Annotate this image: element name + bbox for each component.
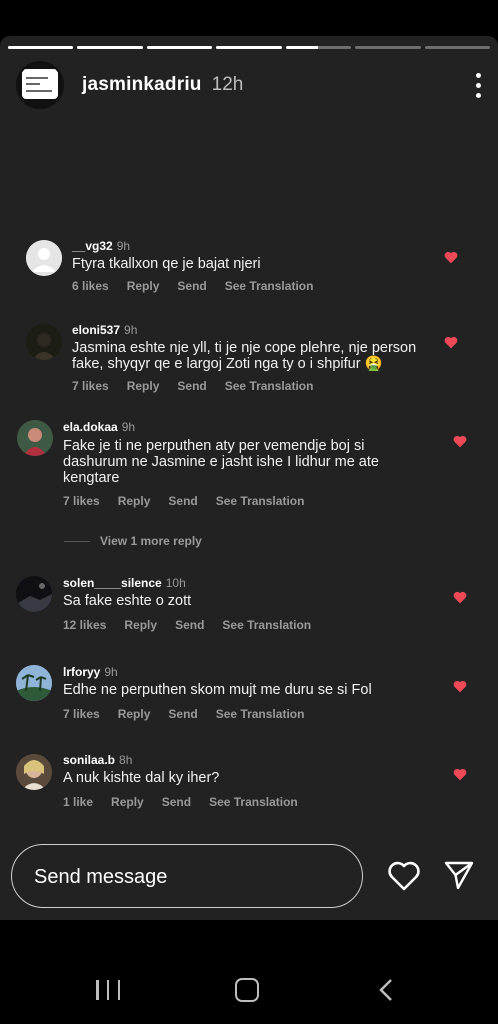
reply-button[interactable]: Reply <box>118 707 151 721</box>
heart-icon[interactable] <box>453 680 467 693</box>
story-username[interactable]: jasminkadriu <box>82 74 202 96</box>
progress-segment <box>355 46 421 49</box>
likes-count[interactable]: 6 likes <box>72 279 109 293</box>
story-time: 12h <box>211 74 244 95</box>
comment-time: 9h <box>104 665 118 679</box>
likes-count[interactable]: 7 likes <box>63 494 100 508</box>
avatar[interactable] <box>16 576 52 612</box>
avatar[interactable] <box>26 324 62 360</box>
progress-segment <box>424 46 490 49</box>
heart-icon[interactable] <box>444 336 458 349</box>
send-button[interactable]: Send <box>177 279 206 293</box>
system-nav-bar <box>0 950 498 1024</box>
recent-apps-icon[interactable] <box>96 980 120 1000</box>
comment-time: 9h <box>116 239 131 253</box>
progress-segment <box>146 46 213 49</box>
progress-segment <box>77 46 143 49</box>
avatar[interactable] <box>16 665 52 701</box>
send-message-placeholder: Send message <box>34 866 168 888</box>
see-translation-button[interactable]: See Translation <box>216 707 305 721</box>
send-button[interactable]: Send <box>168 707 197 721</box>
view-more-replies-button[interactable]: View 1 more reply <box>64 534 202 548</box>
comment-text: Sa fake eshte o zott <box>63 593 192 609</box>
progress-segment <box>216 46 282 49</box>
comment-username[interactable]: solen____silence <box>63 576 162 590</box>
view-more-label: View 1 more reply <box>100 534 202 548</box>
avatar[interactable] <box>16 754 52 790</box>
heart-icon[interactable] <box>453 591 467 604</box>
reply-button[interactable]: Reply <box>124 618 157 632</box>
comment-text: dashurum ne Jasmine e jasht ishe I lidhu… <box>63 454 379 470</box>
comment-time: 10h <box>165 576 186 590</box>
comment-time: 9h <box>124 323 138 337</box>
send-message-input[interactable]: Send message <box>11 844 363 908</box>
likes-count[interactable]: 7 likes <box>72 379 109 393</box>
comment-username[interactable]: __vg32 <box>72 239 113 253</box>
profile-avatar[interactable] <box>16 61 64 109</box>
comment-username[interactable]: eloni537 <box>72 323 120 337</box>
send-button[interactable]: Send <box>175 618 204 632</box>
likes-count[interactable]: 12 likes <box>63 618 106 632</box>
comment-username[interactable]: lrforyy <box>63 665 100 679</box>
comment-time: 8h <box>119 753 133 767</box>
likes-count[interactable]: 1 like <box>63 795 93 809</box>
comment-text: A nuk kishte dal ky iher? <box>63 770 220 786</box>
heart-icon[interactable] <box>453 435 467 448</box>
see-translation-button[interactable]: See Translation <box>216 494 305 508</box>
likes-count[interactable]: 7 likes <box>63 707 100 721</box>
see-translation-button[interactable]: See Translation <box>222 618 311 632</box>
send-button[interactable]: Send <box>168 494 197 508</box>
comment-time: 9h <box>121 420 136 434</box>
reply-button[interactable]: Reply <box>111 795 144 809</box>
more-options-icon[interactable] <box>474 72 482 98</box>
home-icon[interactable] <box>235 978 259 1002</box>
heart-icon[interactable] <box>453 768 467 781</box>
send-story-icon[interactable] <box>443 859 475 891</box>
progress-segment <box>285 46 352 49</box>
progress-segment <box>8 46 74 49</box>
see-translation-button[interactable]: See Translation <box>225 279 314 293</box>
avatar[interactable] <box>26 240 62 276</box>
send-button[interactable]: Send <box>177 379 206 393</box>
comment-text: Jasmina eshte nje yll, ti je nje cope pl… <box>72 340 417 356</box>
see-translation-button[interactable]: See Translation <box>209 795 298 809</box>
story-viewer: jasminkadriu 12h __vg32 9h Ftyra tkallxon… <box>0 36 498 920</box>
comment-text: Edhe ne perputhen skom mujt me duru se s… <box>63 682 372 698</box>
comment-text: fake, shyqyr qe e largoj Zoti nga ty o i… <box>72 356 383 372</box>
see-translation-button[interactable]: See Translation <box>225 379 314 393</box>
reply-button[interactable]: Reply <box>127 379 160 393</box>
story-footer: Send message <box>0 844 498 920</box>
story-progress-bar <box>8 46 490 49</box>
avatar[interactable] <box>17 420 53 456</box>
back-icon[interactable] <box>378 978 394 1002</box>
comment-text: Ftyra tkallxon qe je bajat njeri <box>72 256 261 272</box>
story-header: jasminkadriu 12h <box>16 61 482 109</box>
heart-icon[interactable] <box>444 251 458 264</box>
send-button[interactable]: Send <box>162 795 191 809</box>
reply-button[interactable]: Reply <box>127 279 160 293</box>
comment-username[interactable]: sonilaa.b <box>63 753 115 767</box>
reply-button[interactable]: Reply <box>118 494 151 508</box>
comment-text: Fake je ti ne perputhen aty per vemendje… <box>63 438 365 454</box>
comment-username[interactable]: ela.dokaa <box>63 420 118 434</box>
like-story-icon[interactable] <box>387 860 421 892</box>
comment-text: kengtare <box>63 470 120 486</box>
